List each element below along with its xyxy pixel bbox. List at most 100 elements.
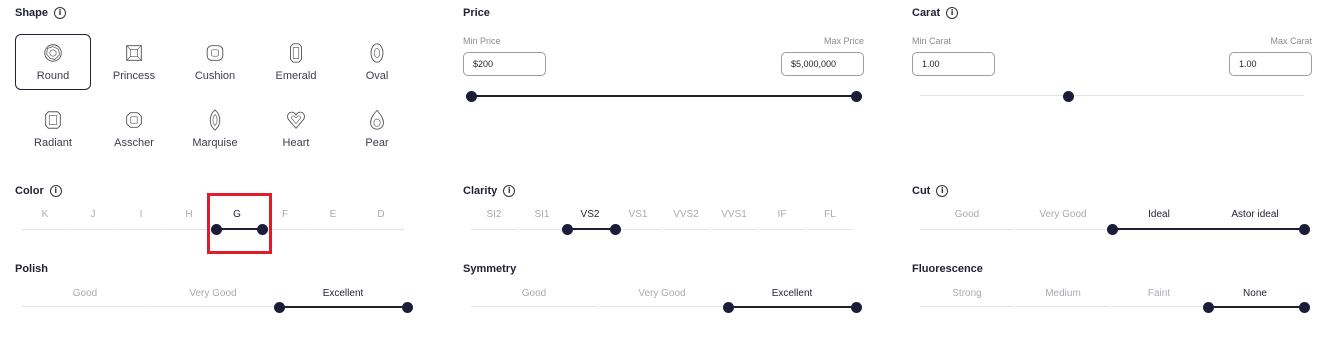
- cushion-diamond-icon: [206, 45, 224, 61]
- grade-divider: [663, 229, 709, 230]
- oval-diamond-icon: [370, 43, 384, 63]
- polish-grade-good[interactable]: Good: [22, 288, 148, 299]
- emerald-diamond-icon: [290, 43, 302, 63]
- shape-section-title: Shape i: [15, 7, 67, 19]
- polish-title-label: Polish: [15, 263, 49, 275]
- shape-round[interactable]: Round: [15, 34, 91, 90]
- max-price-input[interactable]: $5,000,000: [781, 52, 864, 76]
- fluorescence-grade-strong[interactable]: Strong: [920, 288, 1014, 299]
- shape-marquise[interactable]: Marquise: [177, 101, 253, 157]
- cut-grade-astor-ideal[interactable]: Astor ideal: [1208, 209, 1302, 220]
- grade-divider: [310, 229, 356, 230]
- clarity-grade-si2[interactable]: SI2: [471, 209, 517, 220]
- shape-label: Round: [36, 70, 70, 82]
- clarity-grade-vvs1[interactable]: VVS1: [711, 209, 757, 220]
- cut-grade-good[interactable]: Good: [920, 209, 1014, 220]
- polish-grade-excellent[interactable]: Excellent: [278, 288, 408, 299]
- fluorescence-grade-faint[interactable]: Faint: [1112, 288, 1206, 299]
- info-icon[interactable]: i: [936, 185, 949, 197]
- shape-princess[interactable]: Princess: [96, 34, 172, 90]
- symmetry-title-label: Symmetry: [463, 263, 517, 275]
- polish-grade-very-good[interactable]: Very Good: [150, 288, 276, 299]
- shape-asscher[interactable]: Asscher: [96, 101, 172, 157]
- color-grade-e[interactable]: E: [310, 209, 356, 220]
- color-grade-d[interactable]: D: [358, 209, 404, 220]
- grade-divider: [166, 229, 212, 230]
- clarity-slider-track: [567, 228, 615, 230]
- symmetry-max-handle[interactable]: [850, 301, 862, 313]
- carat-section-title: Carat i: [912, 7, 959, 19]
- grade-divider: [1016, 229, 1110, 230]
- info-icon[interactable]: i: [49, 185, 62, 197]
- symmetry-grade-excellent[interactable]: Excellent: [727, 288, 857, 299]
- cut-section-title: Cut i: [912, 185, 949, 197]
- info-icon[interactable]: i: [946, 7, 959, 19]
- shape-pear[interactable]: Pear: [339, 101, 415, 157]
- color-grade-k[interactable]: K: [22, 209, 68, 220]
- fluorescence-min-handle[interactable]: [1202, 301, 1214, 313]
- clarity-grade-vvs2[interactable]: VVS2: [663, 209, 709, 220]
- fluorescence-max-handle[interactable]: [1298, 301, 1310, 313]
- grade-divider: [471, 306, 597, 307]
- symmetry-grade-very-good[interactable]: Very Good: [599, 288, 725, 299]
- grade-divider: [70, 229, 116, 230]
- symmetry-section-title: Symmetry: [463, 263, 516, 275]
- price-max-handle[interactable]: [850, 90, 862, 102]
- shape-label: Heart: [282, 137, 310, 149]
- fluorescence-grade-medium[interactable]: Medium: [1016, 288, 1110, 299]
- shape-heart[interactable]: Heart: [258, 101, 334, 157]
- color-grade-i[interactable]: I: [118, 209, 164, 220]
- polish-min-handle[interactable]: [273, 301, 285, 313]
- carat-handle[interactable]: [1062, 90, 1074, 102]
- info-icon[interactable]: i: [54, 7, 67, 19]
- grade-divider: [118, 229, 164, 230]
- shape-oval[interactable]: Oval: [339, 34, 415, 90]
- shape-cushion[interactable]: Cushion: [177, 34, 253, 90]
- shape-label: Cushion: [194, 70, 236, 82]
- grade-divider: [1016, 306, 1110, 307]
- cut-grade-ideal[interactable]: Ideal: [1112, 209, 1206, 220]
- grade-divider: [358, 229, 404, 230]
- grade-divider: [920, 306, 1014, 307]
- cut-grade-very-good[interactable]: Very Good: [1016, 209, 1110, 220]
- clarity-section-title: Clarity i: [463, 185, 516, 197]
- polish-max-handle[interactable]: [401, 301, 413, 313]
- asscher-diamond-icon: [126, 112, 142, 128]
- color-section-title: Color i: [15, 185, 62, 197]
- color-grade-h[interactable]: H: [166, 209, 212, 220]
- shape-radiant[interactable]: Radiant: [15, 101, 91, 157]
- symmetry-grade-good[interactable]: Good: [471, 288, 597, 299]
- marquise-diamond-icon: [209, 109, 221, 131]
- clarity-grade-if[interactable]: IF: [759, 209, 805, 220]
- price-title-label: Price: [463, 7, 490, 19]
- color-grade-j[interactable]: J: [70, 209, 116, 220]
- shape-emerald[interactable]: Emerald: [258, 34, 334, 90]
- min-price-input[interactable]: $200: [463, 52, 546, 76]
- symmetry-min-handle[interactable]: [722, 301, 734, 313]
- cut-max-handle[interactable]: [1298, 223, 1310, 235]
- clarity-grade-vs1[interactable]: VS1: [615, 209, 661, 220]
- cut-slider-track: [1112, 228, 1304, 230]
- min-carat-input[interactable]: 1.00: [912, 52, 995, 76]
- grade-divider: [759, 229, 805, 230]
- grade-divider: [471, 229, 517, 230]
- clarity-grade-vs2[interactable]: VS2: [567, 209, 613, 220]
- fluorescence-title-label: Fluorescence: [912, 263, 983, 275]
- info-icon[interactable]: i: [503, 185, 516, 197]
- cut-title-label: Cut: [912, 185, 931, 197]
- cut-min-handle[interactable]: [1106, 223, 1118, 235]
- price-min-handle[interactable]: [465, 90, 477, 102]
- grade-divider: [807, 229, 853, 230]
- clarity-max-handle[interactable]: [609, 223, 621, 235]
- grade-divider: [1112, 306, 1206, 307]
- grade-divider: [22, 229, 68, 230]
- clarity-title-label: Clarity: [463, 185, 498, 197]
- max-carat-input[interactable]: 1.00: [1229, 52, 1312, 76]
- fluorescence-grade-none[interactable]: None: [1208, 288, 1302, 299]
- shape-label: Radiant: [34, 137, 72, 149]
- grade-divider: [920, 229, 1014, 230]
- clarity-min-handle[interactable]: [561, 223, 573, 235]
- clarity-grade-si1[interactable]: SI1: [519, 209, 565, 220]
- clarity-grade-fl[interactable]: FL: [807, 209, 853, 220]
- heart-diamond-icon: [287, 111, 305, 129]
